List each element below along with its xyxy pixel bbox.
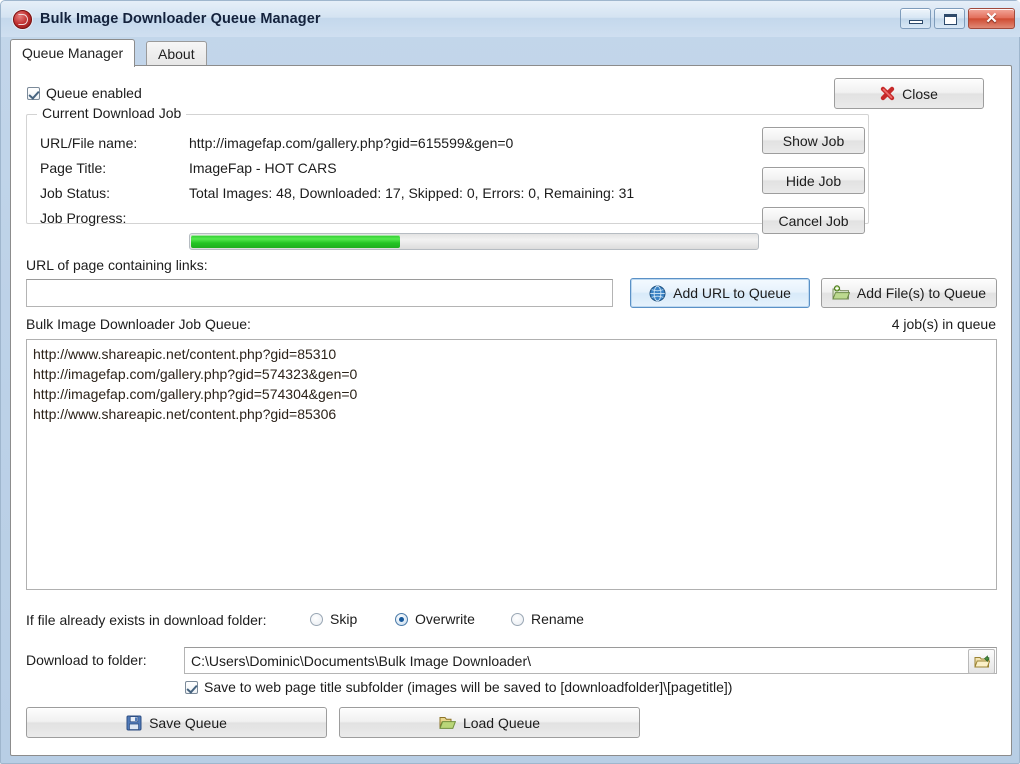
radio-rename-label: Rename [531,611,584,627]
add-url-to-queue-label: Add URL to Queue [673,285,791,301]
checkbox-icon [185,680,198,694]
job-progress-label: Job Progress: [40,210,127,226]
radio-selected-icon [395,612,408,626]
folder-add-icon [832,285,850,300]
folder-browse-icon [973,654,990,667]
window-controls: ✕ [900,8,1015,29]
bid-logo-icon [13,9,32,29]
add-url-to-queue-button[interactable]: Add URL to Queue [630,278,810,308]
window-close-button[interactable]: ✕ [968,8,1015,29]
floppy-disk-icon [126,715,142,730]
tab-about-label: About [158,45,195,62]
save-queue-button[interactable]: Save Queue [26,707,327,738]
radio-overwrite-label: Overwrite [415,611,475,627]
url-file-name-value: http://imagefap.com/gallery.php?gid=6155… [189,135,514,151]
maximize-button[interactable] [934,8,965,29]
title-bar: Bulk Image Downloader Queue Manager ✕ [1,1,1020,37]
close-icon: ✕ [985,10,998,27]
save-queue-label: Save Queue [149,714,227,731]
radio-rename[interactable]: Rename [511,611,584,627]
download-folder-label: Download to folder: [26,652,147,668]
queue-enabled-checkbox[interactable]: Queue enabled [27,85,142,101]
job-progress-bar [189,233,759,250]
red-x-icon [880,86,895,101]
radio-skip-label: Skip [330,611,358,627]
list-item[interactable]: http://www.shareapic.net/content.php?gid… [33,404,990,424]
url-input[interactable] [26,279,613,307]
close-button[interactable]: Close [834,78,984,109]
page-title-label: Page Title: [40,160,107,176]
save-to-subfolder-checkbox[interactable]: Save to web page title subfolder (images… [185,679,732,695]
list-item[interactable]: http://imagefap.com/gallery.php?gid=5743… [33,384,990,404]
radio-skip[interactable]: Skip [310,611,357,627]
open-folder-icon [439,717,456,729]
list-item[interactable]: http://www.shareapic.net/content.php?gid… [33,344,990,364]
load-queue-button[interactable]: Load Queue [339,707,640,738]
url-section-label: URL of page containing links: [26,257,208,273]
minimize-icon [909,20,923,24]
show-job-button[interactable]: Show Job [762,127,865,154]
window-title: Bulk Image Downloader Queue Manager [40,11,321,27]
job-status-label: Job Status: [40,185,111,201]
globe-icon [649,285,666,301]
add-files-to-queue-button[interactable]: Add File(s) to Queue [821,278,997,308]
job-queue-label: Bulk Image Downloader Job Queue: [26,316,251,332]
download-folder-value: C:\Users\Dominic\Documents\Bulk Image Do… [191,652,532,669]
close-button-label: Close [902,85,938,102]
checkbox-icon [27,86,40,100]
tab-strip: Queue Manager About [10,39,1012,67]
job-queue-count: 4 job(s) in queue [891,316,996,332]
page-title-value: ImageFap - HOT CARS [189,160,337,176]
application-window: Bulk Image Downloader Queue Manager ✕ Qu… [0,0,1020,764]
file-exists-label: If file already exists in download folde… [26,612,267,628]
download-folder-input[interactable]: C:\Users\Dominic\Documents\Bulk Image Do… [184,647,997,674]
job-progress-fill [191,235,401,248]
add-files-to-queue-label: Add File(s) to Queue [856,285,987,301]
cancel-job-label: Cancel Job [778,212,849,229]
tab-queue-manager[interactable]: Queue Manager [10,39,136,67]
tab-queue-manager-label: Queue Manager [22,44,124,61]
hide-job-label: Hide Job [785,172,842,189]
list-item[interactable]: http://imagefap.com/gallery.php?gid=5743… [33,364,990,384]
hide-job-button[interactable]: Hide Job [762,167,865,194]
queue-enabled-label: Queue enabled [46,85,142,101]
cancel-job-button[interactable]: Cancel Job [762,207,865,234]
show-job-label: Show Job [782,132,845,149]
minimize-button[interactable] [900,8,931,29]
job-queue-listbox[interactable]: http://www.shareapic.net/content.php?gid… [26,339,997,590]
current-download-job-group: Current Download Job [26,105,869,224]
tab-about[interactable]: About [146,41,207,65]
browse-folder-button[interactable] [968,649,995,674]
url-file-name-label: URL/File name: [40,135,138,151]
radio-overwrite[interactable]: Overwrite [395,611,475,627]
maximize-icon [944,14,957,25]
group-legend: Current Download Job [37,105,187,121]
save-to-subfolder-label: Save to web page title subfolder (images… [204,679,733,695]
queue-manager-panel: Queue enabled Close Current Download Job… [10,65,1012,756]
radio-icon [511,612,524,626]
job-status-value: Total Images: 48, Downloaded: 17, Skippe… [189,185,635,201]
radio-icon [310,612,323,626]
load-queue-label: Load Queue [462,714,541,731]
